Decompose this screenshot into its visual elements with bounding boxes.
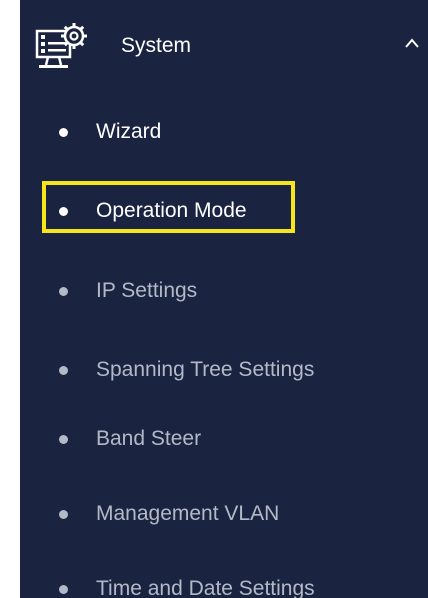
menu-item-label: Operation Mode — [96, 199, 247, 222]
sidebar-nav: System Wizard Operation Mode IP Settings… — [20, 0, 428, 598]
chevron-up-icon[interactable] — [403, 36, 421, 50]
menu-item-label: Management VLAN — [96, 502, 280, 525]
menu-item-label: Wizard — [96, 120, 162, 143]
menu-item-operation-mode[interactable]: Operation Mode — [20, 189, 428, 233]
bullet-icon — [59, 287, 68, 296]
bullet-icon — [59, 510, 68, 519]
menu-item-label: IP Settings — [96, 279, 198, 302]
menu-item-wizard[interactable]: Wizard — [20, 110, 428, 154]
menu-group-label: System — [121, 34, 192, 57]
menu-item-ip-settings[interactable]: IP Settings — [20, 269, 428, 313]
menu-group-system[interactable]: System — [20, 0, 428, 92]
menu-item-band-steer[interactable]: Band Steer — [20, 417, 428, 461]
menu-item-time-and-date-settings[interactable]: Time and Date Settings — [20, 567, 428, 598]
menu-item-management-vlan[interactable]: Management VLAN — [20, 492, 428, 536]
menu-item-label: Spanning Tree Settings — [96, 358, 315, 381]
bullet-icon — [59, 128, 68, 137]
menu-item-label: Band Steer — [96, 427, 202, 450]
menu-item-spanning-tree-settings[interactable]: Spanning Tree Settings — [20, 348, 428, 392]
menu-item-label: Time and Date Settings — [96, 577, 315, 598]
bullet-icon — [59, 366, 68, 375]
system-monitor-gear-icon — [35, 23, 87, 68]
bullet-icon — [59, 585, 68, 594]
bullet-icon — [59, 207, 68, 216]
bullet-icon — [59, 435, 68, 444]
